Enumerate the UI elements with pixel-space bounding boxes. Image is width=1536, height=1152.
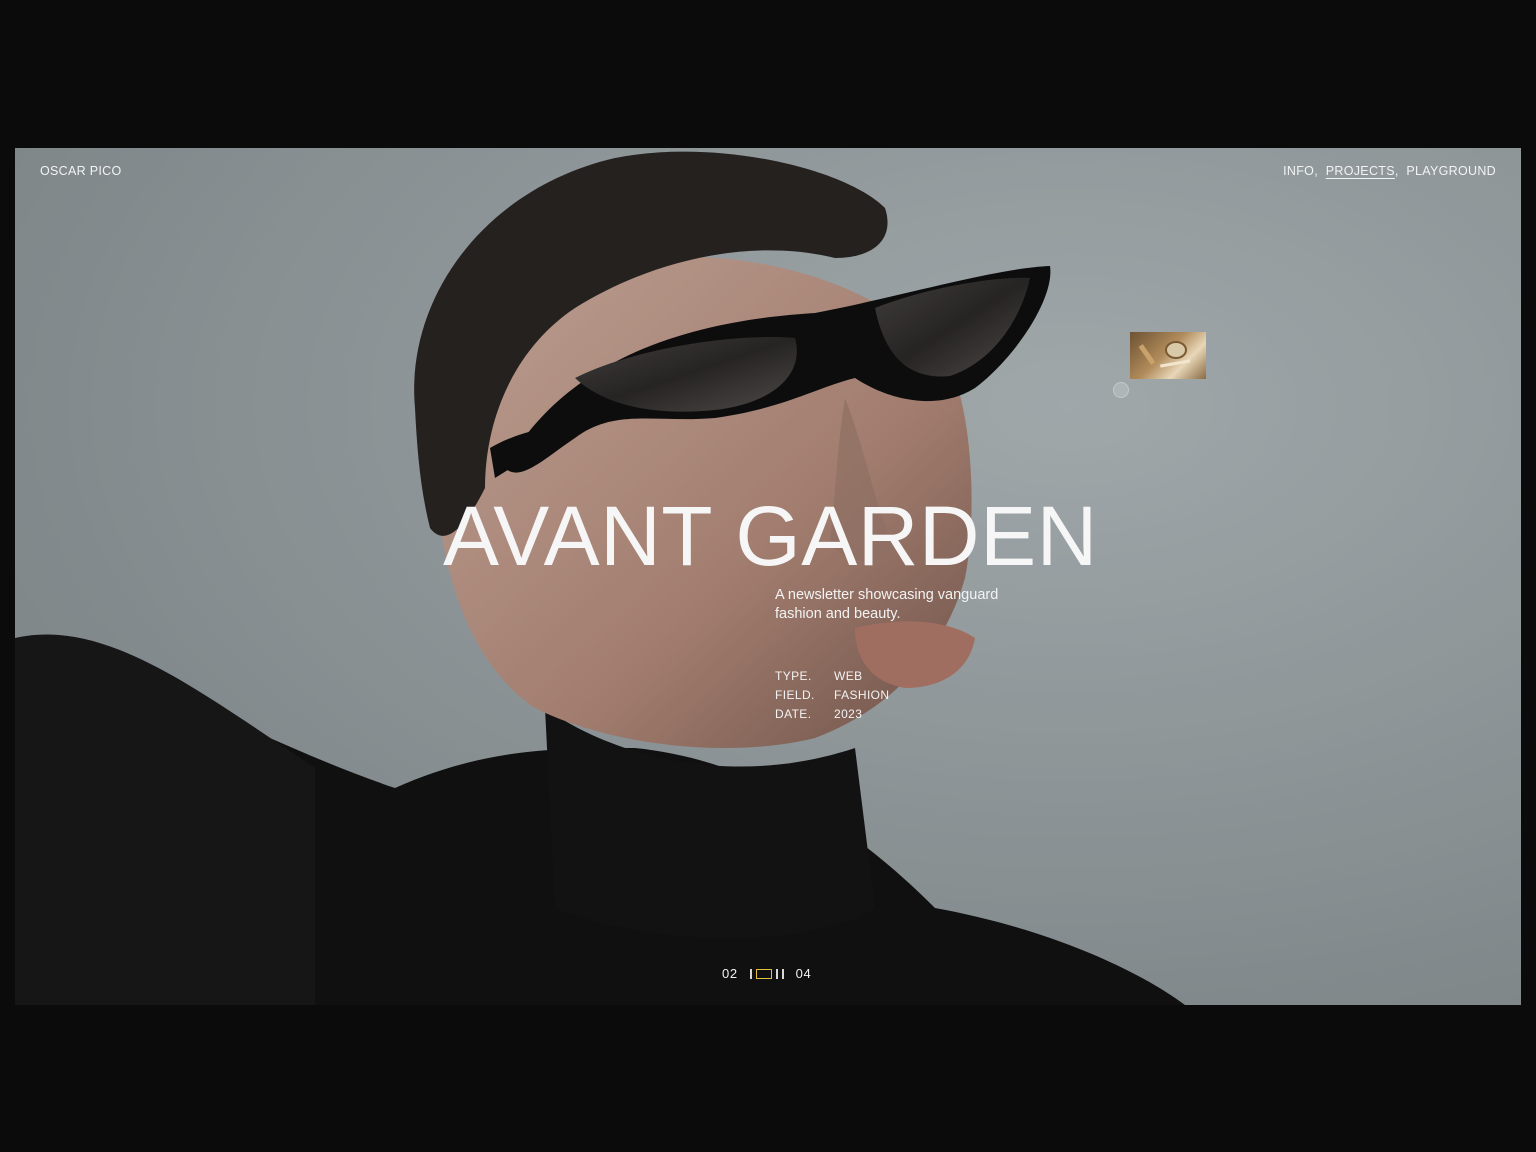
nav-separator: , — [1314, 164, 1318, 178]
meta-key: DATE. — [775, 707, 812, 721]
meta-row-field: FIELD. FASHION — [775, 686, 889, 705]
project-pager: 02 04 — [722, 966, 811, 981]
project-thumbnail[interactable] — [1130, 332, 1206, 379]
meta-row-date: DATE. 2023 — [775, 705, 889, 724]
nav-link-projects[interactable]: PROJECTS — [1326, 164, 1395, 178]
main-nav: INFO, PROJECTS, PLAYGROUND — [1283, 164, 1496, 178]
pager-dot-2-current[interactable] — [755, 968, 772, 979]
pager-indicators — [749, 968, 784, 979]
pager-total: 04 — [795, 966, 812, 981]
pager-dot-1[interactable] — [749, 968, 752, 979]
meta-key: TYPE. — [775, 669, 812, 683]
pager-current: 02 — [722, 966, 738, 981]
pager-dot-3[interactable] — [775, 968, 778, 979]
meta-row-type: TYPE. WEB — [775, 667, 889, 686]
thumbnail-image — [1138, 341, 1191, 368]
project-title: AVANT GARDEN — [443, 489, 1098, 583]
project-description: A newsletter showcasing vanguard fashion… — [775, 587, 999, 622]
brand-logo[interactable]: OSCAR PICO — [40, 164, 122, 178]
nav-link-playground[interactable]: PLAYGROUND — [1406, 164, 1496, 178]
project-meta: TYPE. WEB FIELD. FASHION DATE. 2023 — [775, 667, 889, 724]
top-bar: OSCAR PICO INFO, PROJECTS, PLAYGROUND — [40, 164, 1496, 178]
meta-value: WEB — [834, 669, 863, 683]
meta-value: 2023 — [834, 707, 863, 721]
project-hero: OSCAR PICO INFO, PROJECTS, PLAYGROUND AV… — [15, 148, 1521, 1005]
pager-dot-4[interactable] — [781, 968, 784, 979]
nav-link-info[interactable]: INFO — [1283, 164, 1314, 178]
cursor-indicator — [1113, 382, 1129, 398]
meta-value: FASHION — [834, 688, 890, 702]
meta-key: FIELD. — [775, 688, 815, 702]
nav-separator: , — [1394, 164, 1399, 178]
